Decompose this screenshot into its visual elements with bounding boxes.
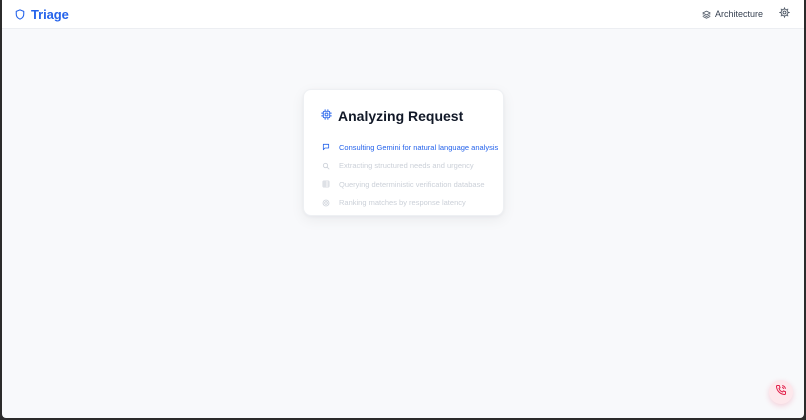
- step-gemini: Consulting Gemini for natural language a…: [321, 138, 503, 157]
- call-button[interactable]: [769, 380, 793, 404]
- target-icon: [321, 198, 331, 208]
- brand[interactable]: Triage: [15, 7, 69, 22]
- search-icon: [321, 161, 331, 171]
- layers-icon: [702, 10, 711, 19]
- app-window: Triage Architecture Analyzing Request Co…: [2, 0, 804, 418]
- database-icon: [321, 179, 331, 189]
- step-extract: Extracting structured needs and urgency: [321, 157, 503, 176]
- analysis-card: Analyzing Request Consulting Gemini for …: [303, 89, 504, 216]
- message-icon: [321, 142, 331, 152]
- brand-name: Triage: [31, 6, 69, 22]
- architecture-link[interactable]: Architecture: [702, 9, 763, 19]
- phone-call-icon: [775, 383, 787, 401]
- step-label: Querying deterministic verification data…: [339, 179, 485, 189]
- step-rank: Ranking matches by response latency: [321, 194, 503, 213]
- card-title: Analyzing Request: [338, 108, 464, 124]
- cpu-icon: [321, 107, 332, 125]
- architecture-label: Architecture: [714, 9, 763, 19]
- step-label: Extracting structured needs and urgency: [339, 161, 474, 171]
- top-bar: Triage Architecture: [2, 0, 804, 29]
- step-label: Consulting Gemini for natural language a…: [339, 142, 499, 152]
- step-query: Querying deterministic verification data…: [321, 175, 503, 194]
- gear-icon[interactable]: [779, 5, 790, 23]
- progress-steps: Consulting Gemini for natural language a…: [321, 138, 503, 212]
- shield-icon: [15, 8, 25, 20]
- step-label: Ranking matches by response latency: [339, 198, 466, 208]
